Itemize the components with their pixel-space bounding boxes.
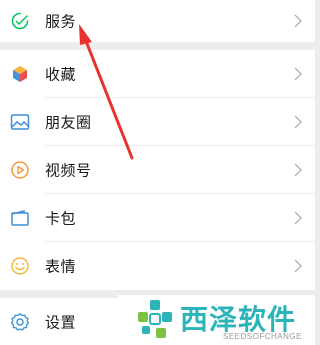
chevron-right-icon	[294, 211, 302, 225]
settings-gear-icon	[10, 312, 30, 332]
menu-item-moments[interactable]: 朋友圈	[0, 98, 315, 146]
menu-item-card-wallet[interactable]: 卡包	[0, 194, 315, 242]
watermark: 西泽软件 SEEDSOFCHANGE	[118, 295, 315, 345]
menu-item-channels[interactable]: 视频号	[0, 146, 315, 194]
chevron-right-icon	[294, 14, 302, 28]
menu-item-label: 卡包	[45, 210, 77, 228]
menu-item-label: 收藏	[45, 66, 77, 84]
menu-item-label: 服务	[45, 13, 77, 31]
moments-photo-icon	[10, 112, 30, 132]
menu-item-stickers[interactable]: 表情	[0, 242, 315, 290]
chevron-right-icon	[294, 259, 302, 273]
chevron-right-icon	[294, 67, 302, 81]
channels-play-icon	[10, 160, 30, 180]
seeds-logo-icon	[138, 300, 172, 338]
menu-item-label: 设置	[45, 314, 77, 331]
card-wallet-icon	[10, 208, 30, 228]
chevron-right-icon	[294, 115, 302, 129]
menu-group-top: 服务	[0, 0, 315, 42]
chevron-right-icon	[294, 163, 302, 177]
menu-item-label: 视频号	[45, 162, 92, 180]
menu-group-main: 收藏 朋友圈 视频号 卡包 表情	[0, 50, 315, 290]
sticker-smile-icon	[10, 256, 30, 276]
menu-item-label: 朋友圈	[45, 114, 92, 132]
menu-item-favorites[interactable]: 收藏	[0, 50, 315, 98]
menu-item-service[interactable]: 服务	[0, 0, 315, 42]
favorites-cube-icon	[10, 64, 30, 84]
watermark-brand-en: SEEDSOFCHANGE	[223, 332, 302, 341]
menu-item-label: 表情	[45, 258, 77, 276]
service-check-icon	[10, 11, 30, 31]
